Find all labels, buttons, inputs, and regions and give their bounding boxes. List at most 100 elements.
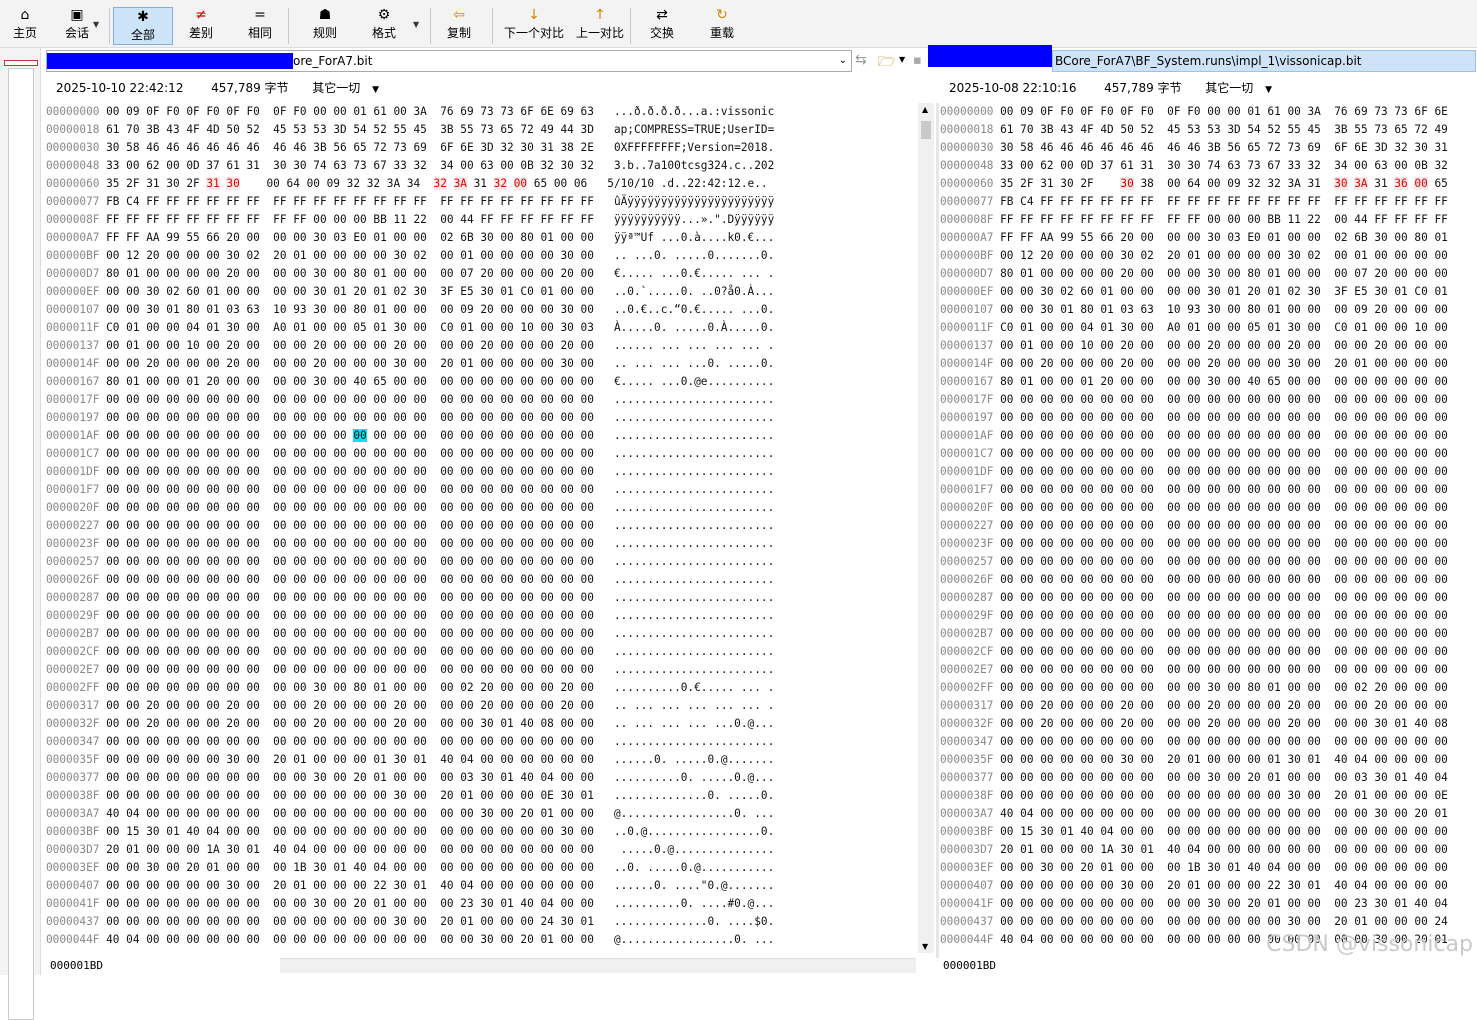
hex-byte[interactable]: 00 (186, 699, 199, 712)
hex-byte[interactable]: 00 (1287, 105, 1300, 118)
hex-byte[interactable]: 00 (353, 753, 366, 766)
hex-byte[interactable]: FF (1394, 213, 1407, 226)
hex-byte[interactable]: 00 (460, 591, 473, 604)
hex-byte[interactable]: 00 (226, 609, 239, 622)
hex-byte[interactable]: F0 (1140, 105, 1153, 118)
hex-byte[interactable]: 00 (500, 411, 513, 424)
hex-byte[interactable]: 00 (1167, 933, 1180, 946)
hex-byte[interactable]: 00 (520, 393, 533, 406)
hex-byte[interactable]: 00 (273, 609, 286, 622)
hex-byte[interactable]: 69 (1354, 105, 1367, 118)
hex-byte[interactable]: 65 (534, 177, 547, 190)
hex-byte[interactable]: 00 (353, 519, 366, 532)
hex-byte[interactable]: 00 (1414, 357, 1427, 370)
hex-byte[interactable]: 00 (166, 555, 179, 568)
hex-byte[interactable]: 4D (1100, 123, 1113, 136)
hex-byte[interactable]: 22 (1267, 879, 1280, 892)
hex-byte[interactable]: 00 (1247, 213, 1260, 226)
hex-byte[interactable]: 01 (126, 843, 139, 856)
hex-byte[interactable]: 00 (1020, 645, 1033, 658)
hex-byte[interactable]: 1A (206, 843, 219, 856)
hex-byte[interactable]: 80 (106, 375, 119, 388)
hex-byte[interactable]: 00 (1040, 537, 1053, 550)
hex-byte[interactable]: 00 (293, 699, 306, 712)
hex-byte[interactable]: 6E (460, 141, 473, 154)
hex-byte[interactable]: 00 (1167, 177, 1180, 190)
hex-byte[interactable]: 00 (226, 663, 239, 676)
hex-row[interactable]: 000003D7 20 01 00 00 00 1A 30 01 40 04 0… (46, 841, 774, 859)
hex-byte[interactable]: 00 (581, 843, 594, 856)
hex-byte[interactable]: 00 (166, 339, 179, 352)
hex-byte[interactable]: 00 (460, 411, 473, 424)
hex-byte[interactable]: 00 (353, 699, 366, 712)
hex-byte[interactable]: 00 (226, 519, 239, 532)
hex-byte[interactable]: 30 (146, 285, 159, 298)
hex-byte[interactable]: 00 (166, 357, 179, 370)
hex-byte[interactable]: 55 (1287, 123, 1300, 136)
hex-byte[interactable]: 00 (1227, 429, 1240, 442)
hex-byte[interactable]: 00 (246, 915, 259, 928)
hex-byte[interactable]: 00 (166, 807, 179, 820)
hex-byte[interactable]: 20 (561, 699, 574, 712)
hex-byte[interactable]: 00 (1334, 429, 1347, 442)
hex-byte[interactable]: 00 (460, 699, 473, 712)
hex-byte[interactable]: 31 (1434, 141, 1447, 154)
hex-byte[interactable]: 00 (414, 231, 427, 244)
hex-byte[interactable]: 00 (1140, 915, 1153, 928)
hex-byte[interactable]: 44 (460, 213, 473, 226)
ascii-text[interactable]: @.................0. ... (614, 933, 774, 946)
hex-byte[interactable]: 00 (226, 375, 239, 388)
hex-byte[interactable]: 23 (1354, 897, 1367, 910)
hex-byte[interactable]: 00 (520, 519, 533, 532)
hex-byte[interactable]: 01 (1227, 861, 1240, 874)
hex-byte[interactable]: 04 (373, 861, 386, 874)
hex-byte[interactable]: 00 (1414, 591, 1427, 604)
hex-byte[interactable]: 00 (1354, 699, 1367, 712)
hex-byte[interactable]: 20 (480, 699, 493, 712)
hex-byte[interactable]: 00 (226, 447, 239, 460)
hex-byte[interactable]: 00 (1394, 303, 1407, 316)
hex-row[interactable]: 0000014F 00 00 20 00 00 00 20 00 00 00 2… (940, 355, 1448, 373)
hex-byte[interactable]: 69 (414, 141, 427, 154)
hex-byte[interactable]: 00 (1187, 465, 1200, 478)
hex-byte[interactable]: 32 (1247, 177, 1260, 190)
hex-byte[interactable]: 00 (373, 699, 386, 712)
hex-byte[interactable]: 00 (313, 213, 326, 226)
hex-byte[interactable]: 00 (414, 807, 427, 820)
chevron-down-icon[interactable]: ▼ (372, 85, 379, 95)
hex-byte[interactable]: 20 (1167, 753, 1180, 766)
hex-byte[interactable]: 00 (1000, 663, 1013, 676)
hex-byte[interactable]: 00 (520, 447, 533, 460)
hex-byte[interactable]: FF (146, 213, 159, 226)
hex-byte[interactable]: 01 (460, 357, 473, 370)
hex-byte[interactable]: 00 (414, 681, 427, 694)
hex-byte[interactable]: 20 (313, 717, 326, 730)
hex-byte[interactable]: 00 (353, 573, 366, 586)
hex-byte[interactable]: 20 (520, 807, 533, 820)
hex-byte[interactable]: 00 (1167, 285, 1180, 298)
hex-byte[interactable]: 00 (1207, 393, 1220, 406)
hex-byte[interactable]: 00 (1080, 897, 1093, 910)
hex-byte[interactable]: 00 (581, 663, 594, 676)
hex-byte[interactable]: 01 (1267, 753, 1280, 766)
hex-byte[interactable]: 00 (1080, 645, 1093, 658)
hex-byte[interactable]: 32 (500, 141, 513, 154)
hex-byte[interactable]: 00 (1267, 789, 1280, 802)
hex-byte[interactable]: 00 (480, 429, 493, 442)
hex-byte[interactable]: 00 (1080, 429, 1093, 442)
hex-byte[interactable]: 00 (166, 591, 179, 604)
hex-byte[interactable]: 00 (126, 537, 139, 550)
hex-byte[interactable]: 00 (1434, 627, 1447, 640)
hex-row[interactable]: 00000197 00 00 00 00 00 00 00 00 00 00 0… (940, 409, 1448, 427)
hex-byte[interactable]: 35 (1000, 177, 1013, 190)
hex-byte[interactable]: 00 (1140, 411, 1153, 424)
hex-byte[interactable]: 00 (414, 339, 427, 352)
hex-byte[interactable]: 00 (460, 825, 473, 838)
hex-byte[interactable]: 00 (1040, 339, 1053, 352)
hex-byte[interactable]: 00 (246, 375, 259, 388)
hex-byte[interactable]: 00 (500, 231, 513, 244)
hex-byte[interactable]: 00 (1040, 591, 1053, 604)
hex-byte[interactable]: 00 (246, 897, 259, 910)
hex-byte[interactable]: 01 (1434, 807, 1447, 820)
hex-byte[interactable]: 4F (186, 123, 199, 136)
